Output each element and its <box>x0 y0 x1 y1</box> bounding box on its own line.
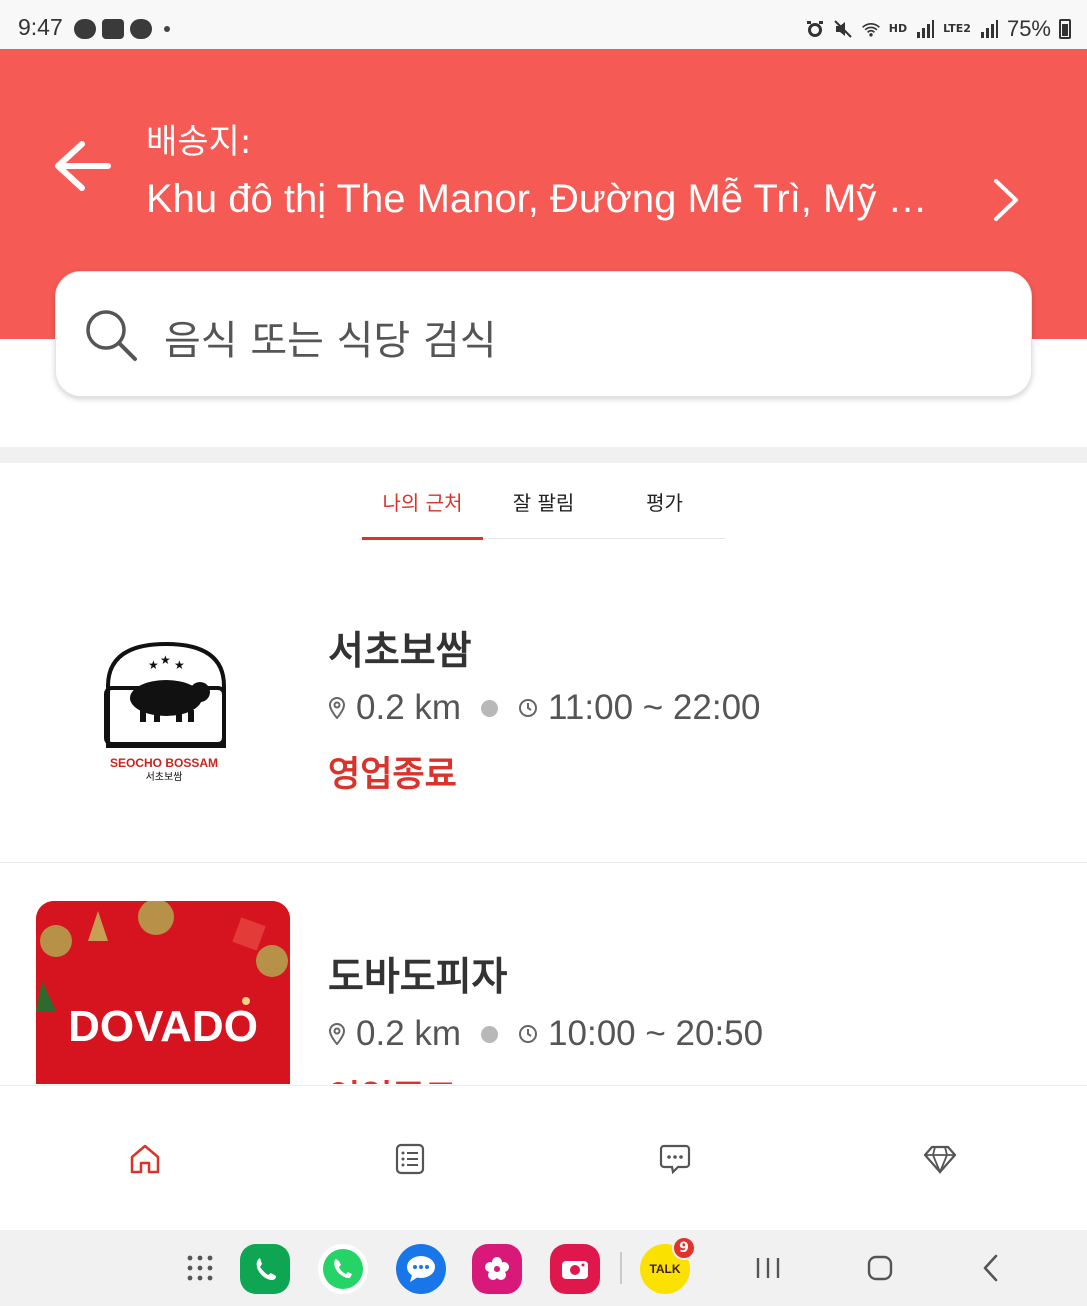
battery-icon <box>1059 19 1071 39</box>
recent-apps-icon[interactable] <box>752 1252 784 1284</box>
logo-subtext: 서초보쌈 <box>146 771 183 783</box>
tab-best-selling[interactable]: 잘 팔림 <box>483 463 604 539</box>
back-button-icon[interactable] <box>976 1252 1008 1284</box>
system-status-icons: HD LTE2 75% <box>805 16 1071 42</box>
whatsapp-app-icon[interactable] <box>318 1244 368 1294</box>
alarm-icon <box>806 21 823 37</box>
restaurant-hours: 11:00 ~ 22:00 <box>548 688 761 727</box>
system-navigation-bar: TALK 9 <box>0 1230 1087 1306</box>
delivery-address-value[interactable]: Khu đô thị The Manor, Đường Mễ Trì, Mỹ Đ… <box>146 177 936 222</box>
section-divider <box>0 447 1087 463</box>
flower-app-icon[interactable] <box>472 1244 522 1294</box>
status-time: 9:47 <box>18 14 63 40</box>
search-input[interactable]: 음식 또는 식당 검식 <box>55 271 1032 397</box>
tab-nearby[interactable]: 나의 근처 <box>362 463 483 540</box>
restaurant-filter-tabs: 나의 근처 잘 팔림 평가 <box>362 463 725 540</box>
location-pin-icon <box>328 1023 346 1045</box>
kakaotalk-app-icon[interactable]: TALK 9 <box>640 1236 696 1294</box>
search-icon <box>86 310 137 361</box>
delivery-address-label: 배송지: <box>146 122 252 162</box>
chat-icon[interactable] <box>658 1142 692 1176</box>
home-button-icon[interactable] <box>864 1252 896 1284</box>
clock-icon <box>519 1025 538 1043</box>
restaurant-logo: ★ ★ ★ SEOCHO BOSSAM 서초보쌈 <box>36 576 290 830</box>
hd-voice-indicator: HD <box>888 22 908 35</box>
logo-text: SEOCHO BOSSAM <box>110 756 218 770</box>
svg-text:★: ★ <box>174 658 185 672</box>
restaurant-name: 서초보쌈 <box>328 629 472 674</box>
restaurant-distance: 0.2 km <box>356 1014 462 1053</box>
restaurant-card[interactable]: DOVADO 도바도피자 0.2 km 10:00 ~ 20:50 영업종료 <box>0 864 1087 1084</box>
diamond-icon[interactable] <box>923 1142 957 1176</box>
separator-dot <box>481 699 499 717</box>
gallery-notification-icon <box>102 19 124 39</box>
phone-app-icon[interactable] <box>240 1244 290 1294</box>
chevron-right-icon[interactable] <box>988 178 1024 222</box>
logo-text: DOVADO <box>68 1002 258 1051</box>
battery-percent: 75% <box>1006 16 1051 41</box>
restaurant-logo: DOVADO <box>36 901 290 1084</box>
restaurant-status: 영업종료 <box>328 755 457 795</box>
bottom-navigation <box>0 1085 1087 1230</box>
orders-list-icon[interactable] <box>393 1142 427 1176</box>
kakaotalk-label: TALK <box>649 1262 681 1276</box>
status-bar: 9:47 HD LTE2 75% <box>0 0 1087 49</box>
restaurant-status: 영업종료 <box>328 1070 457 1084</box>
camera-app-icon[interactable] <box>550 1244 600 1294</box>
pill-notification-icon <box>130 19 152 39</box>
restaurant-name: 도바도피자 <box>328 955 508 1000</box>
notification-icons <box>74 19 170 39</box>
restaurant-meta: 0.2 km 11:00 ~ 22:00 <box>328 688 761 728</box>
search-placeholder: 음식 또는 식당 검식 <box>164 318 497 364</box>
wifi-icon <box>861 23 880 37</box>
tab-rating[interactable]: 평가 <box>604 463 725 539</box>
back-arrow-icon[interactable] <box>52 138 112 194</box>
restaurant-hours: 10:00 ~ 20:50 <box>548 1014 764 1053</box>
restaurant-meta: 0.2 km 10:00 ~ 20:50 <box>328 1014 763 1054</box>
restaurant-card[interactable]: ★ ★ ★ SEOCHO BOSSAM 서초보쌈 서초보쌈 0.2 km 11:… <box>0 540 1087 863</box>
signal-icon <box>917 20 935 38</box>
restaurant-distance: 0.2 km <box>356 688 462 727</box>
separator-dot <box>481 1025 499 1043</box>
clock-icon <box>519 699 538 717</box>
svg-text:★: ★ <box>148 658 159 672</box>
mute-icon <box>834 20 852 38</box>
messages-app-icon[interactable] <box>396 1244 446 1294</box>
svg-text:★: ★ <box>160 653 171 667</box>
location-pin-icon <box>328 697 346 719</box>
dock-separator <box>620 1252 622 1284</box>
app-drawer-icon[interactable] <box>186 1254 214 1282</box>
home-icon[interactable] <box>128 1142 162 1176</box>
volte-indicator: LTE2 <box>943 22 971 35</box>
more-notifications-icon <box>164 26 170 32</box>
notification-badge: 9 <box>672 1236 696 1260</box>
kakaotalk-notification-icon <box>74 19 96 39</box>
signal-2-icon <box>980 20 998 38</box>
